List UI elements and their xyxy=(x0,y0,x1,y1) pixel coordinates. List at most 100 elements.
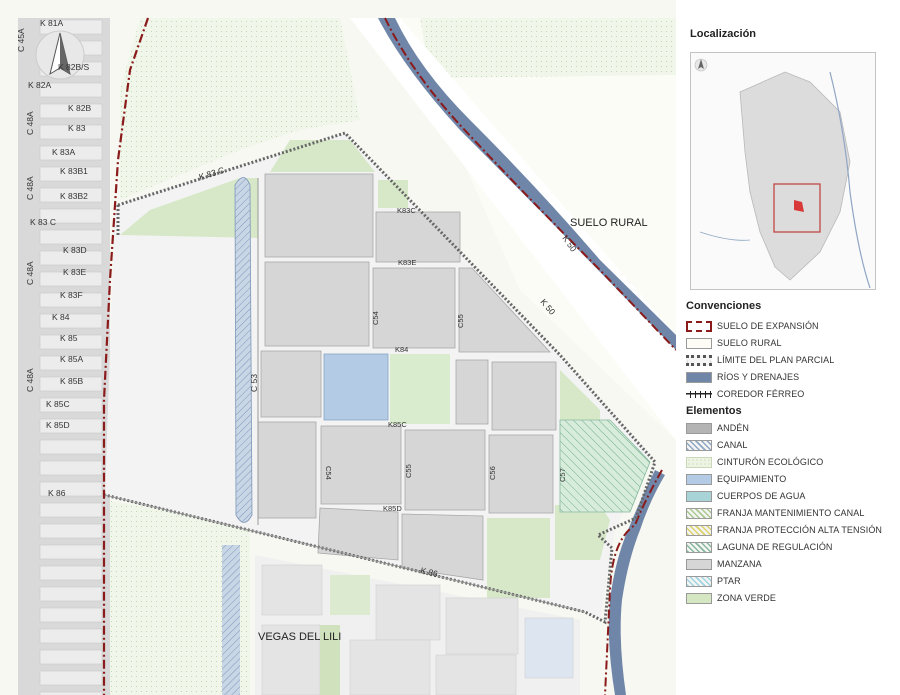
elemento-label: CINTURÓN ECOLÓGICO xyxy=(717,457,824,467)
block-label-c57: C57 xyxy=(558,468,567,482)
street-label: K 85A xyxy=(60,354,83,364)
street-label: K 83B1 xyxy=(60,166,88,176)
convencion-item: SUELO RURAL xyxy=(686,336,782,350)
street-label: C 48A xyxy=(25,261,35,285)
urban-block xyxy=(39,439,103,455)
elemento-item: CINTURÓN ECOLÓGICO xyxy=(686,455,823,469)
elemento-item: EQUIPAMIENTO xyxy=(686,472,786,486)
urban-block xyxy=(39,586,103,602)
block xyxy=(455,359,489,425)
inset-north-icon xyxy=(694,58,708,72)
elemento-label: FRANJA MANTENIMIENTO CANAL xyxy=(717,508,865,518)
localizacion-title: Localización xyxy=(690,28,757,40)
urban-block xyxy=(39,607,103,623)
elemento-label: CANAL xyxy=(717,440,748,450)
urban-block xyxy=(39,670,103,686)
elemento-item: CUERPOS DE AGUA xyxy=(686,489,806,503)
elemento-label: CUERPOS DE AGUA xyxy=(717,491,806,501)
block-label-k84: K84 xyxy=(395,345,408,354)
street-label: K 83 C xyxy=(30,217,56,227)
elemento-item: MANZANA xyxy=(686,557,762,571)
elemento-swatch xyxy=(686,541,712,553)
block xyxy=(404,429,486,511)
elemento-item: FRANJA MANTENIMIENTO CANAL xyxy=(686,506,864,520)
elemento-label: LAGUNA DE REGULACIÓN xyxy=(717,542,833,552)
green-area-center xyxy=(390,354,450,424)
block-label-k85d: K85D xyxy=(383,504,402,513)
label-suelo-rural: SUELO RURAL xyxy=(570,217,648,229)
canal xyxy=(234,177,253,523)
block-label-c55a: C55 xyxy=(456,314,465,328)
urban-block xyxy=(39,313,103,329)
street-label: K 85 xyxy=(60,333,78,343)
block-label-k83c: K83C xyxy=(397,206,416,215)
street-label: K 83D xyxy=(63,245,87,255)
street-label: K 83A xyxy=(52,147,75,157)
convencion-label: SUELO DE EXPANSIÓN xyxy=(717,321,819,331)
urban-block xyxy=(39,649,103,665)
plan-map: K 81A C 45A K 82B/S K 82A K 82B C 48A K 83 K 83… xyxy=(0,0,676,695)
elemento-swatch xyxy=(686,456,712,468)
street-label: K 81A xyxy=(40,18,63,28)
street-label: K 82B/S xyxy=(58,62,90,72)
block xyxy=(320,425,402,505)
urban-block xyxy=(39,628,103,644)
street-label: K 83B2 xyxy=(60,191,88,201)
convencion-item: RÍOS Y DRENAJES xyxy=(686,370,799,384)
convencion-label: SUELO RURAL xyxy=(717,338,782,348)
elemento-swatch xyxy=(686,473,712,485)
street-label: K 82A xyxy=(28,80,51,90)
elemento-item: ZONA VERDE xyxy=(686,591,776,605)
elementos-title: Elementos xyxy=(686,405,742,417)
convencion-swatch xyxy=(686,354,712,366)
urban-block xyxy=(39,460,103,476)
block-label-k85c: K85C xyxy=(388,420,407,429)
elemento-swatch xyxy=(686,524,712,536)
urban-block xyxy=(39,229,103,245)
urban-block xyxy=(39,523,103,539)
urban-block xyxy=(39,565,103,581)
street-label: C 48A xyxy=(25,111,35,135)
street-label: K 84 xyxy=(52,312,70,322)
street-label: K 82B xyxy=(68,103,91,113)
street-label: K 85C xyxy=(46,399,70,409)
street-label: C 48A xyxy=(25,368,35,392)
equipment-block xyxy=(323,353,389,421)
convencion-label: RÍOS Y DRENAJES xyxy=(717,372,800,382)
elemento-item: LAGUNA DE REGULACIÓN xyxy=(686,540,833,554)
convencion-swatch xyxy=(686,337,712,349)
elemento-label: MANZANA xyxy=(717,559,762,569)
block xyxy=(372,267,456,349)
block xyxy=(264,261,370,347)
street-label: K 85D xyxy=(46,420,70,430)
urban-block xyxy=(39,544,103,560)
block xyxy=(257,421,317,519)
street-label: K 85B xyxy=(60,376,83,386)
convencion-swatch xyxy=(686,320,712,332)
convencion-item: LÍMITE DEL PLAN PARCIAL xyxy=(686,353,834,367)
elemento-swatch xyxy=(686,575,712,587)
location-inset-map xyxy=(690,52,876,290)
convencion-item: COREDOR FÉRREO xyxy=(686,387,804,401)
elemento-label: FRANJA PROTECCIÓN ALTA TENSIÓN xyxy=(717,525,883,535)
street-label: C 48A xyxy=(25,176,35,200)
elemento-label: ZONA VERDE xyxy=(717,593,777,603)
block xyxy=(488,434,554,514)
green-area-se xyxy=(487,518,550,598)
canal-south xyxy=(222,545,240,695)
convenciones-title: Convenciones xyxy=(686,300,762,312)
elemento-swatch xyxy=(686,422,712,434)
elemento-label: EQUIPAMIENTO xyxy=(717,474,787,484)
elemento-item: FRANJA PROTECCIÓN ALTA TENSIÓN xyxy=(686,523,882,537)
elemento-label: ANDÉN xyxy=(717,423,750,433)
convencion-swatch xyxy=(686,388,712,400)
street-label: K 86 xyxy=(48,488,66,498)
block-label-c54a: C54 xyxy=(371,311,380,325)
block xyxy=(260,350,322,418)
elemento-item: CANAL xyxy=(686,438,748,452)
street-label: K 83F xyxy=(60,290,83,300)
block-label-c56: C56 xyxy=(488,466,497,480)
road-label-c53: C 53 xyxy=(249,374,259,392)
elemento-item: ANDÉN xyxy=(686,421,749,435)
elemento-swatch xyxy=(686,592,712,604)
